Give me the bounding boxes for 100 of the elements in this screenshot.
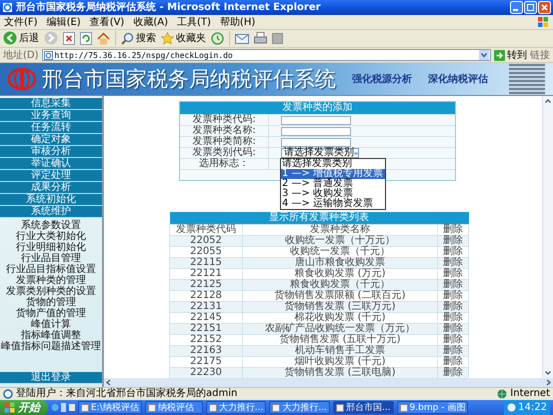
taskbar-button[interactable]: 9.bmp - 画图	[396, 401, 468, 414]
sidebar-subitem[interactable]: 发票类别种类的设置	[0, 286, 102, 298]
vertical-scrollbar[interactable]	[542, 96, 553, 378]
sidebar-subitem[interactable]: 发票种类的管理	[0, 275, 102, 286]
printer-icon[interactable]	[254, 32, 267, 45]
document-icon[interactable]	[272, 32, 283, 44]
sidebar-item[interactable]: 确定对象	[0, 134, 102, 146]
sidebar-item[interactable]: 任务流转	[0, 122, 102, 134]
menu-item[interactable]: 收藏(A)	[133, 14, 168, 29]
delete-link[interactable]: 删除	[438, 236, 468, 247]
window-icon	[400, 404, 408, 412]
field-label: 发票种类代码:	[180, 115, 269, 126]
table-cell: 粮食收购发票（千元）	[242, 280, 438, 291]
delete-link[interactable]: 删除	[438, 346, 468, 357]
sidebar-subitem[interactable]: 系统参数设置	[0, 220, 102, 232]
dropdown-option[interactable]: 4 —> 运输物资发票	[281, 199, 385, 210]
status-text: 登陆用户：来自河北省邢台市国家税务局的admin	[16, 388, 238, 400]
clock: 14:22	[518, 402, 547, 414]
table-cell: 货物销售发票 (三联电脑)	[242, 368, 438, 379]
sidebar-item[interactable]: 成果分析	[0, 182, 102, 194]
sidebar-item[interactable]: 评定处理	[0, 170, 102, 182]
links-label[interactable]: 链接	[530, 48, 550, 62]
windows-logo-icon	[537, 16, 549, 28]
sidebar-item[interactable]: 举证确认	[0, 158, 102, 170]
zone-label: Internet	[510, 388, 550, 400]
sidebar-item[interactable]: 审核分析	[0, 146, 102, 158]
sidebar-subitem[interactable]: 指标峰值调整	[0, 330, 102, 342]
select-field[interactable]: 请选择发票类别	[281, 148, 359, 158]
dropdown-arrow-icon[interactable]	[479, 50, 489, 60]
delete-link[interactable]: 删除	[438, 258, 468, 269]
sidebar-item[interactable]: 系统初始化	[0, 194, 102, 206]
dropdown-option[interactable]: 3 —> 收购发票	[281, 189, 385, 200]
menu-item[interactable]: 编辑(E)	[46, 14, 81, 29]
go-arrow-icon	[494, 50, 505, 61]
back-button[interactable]: 后退	[3, 31, 39, 46]
menu-item[interactable]: 查看(V)	[90, 14, 124, 29]
banner-slogan: 深化纳税评估	[428, 72, 488, 86]
table-cell: 22230	[170, 368, 242, 379]
home-icon[interactable]	[97, 32, 110, 45]
form-title: 发票种类的添加	[180, 102, 455, 114]
input-field[interactable]	[281, 116, 351, 125]
sidebar-subitem[interactable]: 行业大类初始化	[0, 231, 102, 242]
table-cell: 22163	[170, 346, 242, 357]
sidebar-subitem[interactable]: 行业品目管理	[0, 253, 102, 264]
sidebar-subitem[interactable]: 行业品目指标值设置	[0, 264, 102, 276]
scroll-left-icon[interactable]	[104, 378, 113, 388]
horizontal-scrollbar[interactable]	[104, 378, 553, 388]
address-field[interactable]: http://75.36.16.25/nspg/checkLogin.do	[42, 49, 491, 62]
quick-launch-icon[interactable]	[51, 402, 75, 414]
stop-icon[interactable]	[63, 32, 75, 45]
refresh-icon[interactable]	[80, 32, 92, 45]
favorites-button[interactable]: 收藏夹	[161, 31, 206, 46]
delete-link[interactable]: 删除	[438, 280, 468, 291]
sidebar-item[interactable]: 信息采集	[0, 98, 102, 110]
banner-slogan: 强化税源分析	[352, 72, 412, 86]
delete-link[interactable]: 删除	[438, 324, 468, 335]
table-cell: 农副矿产品收购统一发票（万元）	[242, 324, 438, 335]
scroll-right-icon[interactable]	[544, 378, 553, 388]
delete-link[interactable]: 删除	[438, 302, 468, 313]
star-icon	[161, 32, 174, 45]
sidebar-item[interactable]: 系统维护	[0, 206, 102, 218]
table-cell: 22052	[170, 236, 242, 247]
sidebar-subitem[interactable]: 货物产值的管理	[0, 308, 102, 320]
table-cell: 22151	[170, 324, 242, 335]
close-icon[interactable]	[538, 0, 551, 14]
menu-item[interactable]: 工具(T)	[177, 14, 211, 29]
table-title: 显示所有发票种类列表	[170, 212, 468, 225]
dropdown-option[interactable]: 请选择发票类别	[281, 159, 385, 170]
history-icon[interactable]	[211, 32, 224, 45]
minimize-icon[interactable]	[510, 0, 523, 14]
field-label: 发票类别代码:	[180, 148, 269, 158]
taskbar-button[interactable]: 大力推行...	[206, 401, 266, 414]
mail-icon[interactable]	[235, 32, 249, 44]
sidebar-item[interactable]: 业务查询	[0, 110, 102, 122]
ie-page-icon	[44, 50, 53, 60]
taskbar-button[interactable]: E:\纳税评估	[78, 401, 142, 414]
go-button[interactable]: 转到	[494, 48, 527, 62]
logout-button[interactable]: 退出登录	[0, 372, 102, 384]
taskbar-button[interactable]: 大力推行...	[269, 401, 330, 414]
sidebar-subitem[interactable]: 行业明细初始化	[0, 242, 102, 254]
sidebar-subitem[interactable]: 峰值指标问题描述管理	[0, 341, 102, 352]
window-icon	[336, 404, 344, 412]
search-icon	[121, 32, 134, 45]
windows-logo-icon	[4, 402, 15, 414]
delete-link[interactable]: 删除	[438, 368, 468, 379]
taskbar-button[interactable]: 邢台市国...	[332, 401, 394, 414]
sidebar-subitem[interactable]: 货物的管理	[0, 297, 102, 308]
address-label: 地址(D)	[3, 48, 39, 62]
input-field[interactable]	[281, 126, 351, 136]
window-icon	[81, 404, 89, 412]
building-drawing	[509, 63, 545, 96]
sidebar-subitem[interactable]: 峰值计算	[0, 319, 102, 330]
menu-item[interactable]: 文件(F)	[4, 14, 38, 29]
input-field[interactable]	[281, 138, 351, 147]
dropdown-option[interactable]: 2 —> 普通发票	[281, 179, 385, 190]
search-button[interactable]: 搜索	[121, 31, 156, 46]
table-cell: 22125	[170, 280, 242, 291]
menu-item[interactable]: 帮助(H)	[220, 14, 256, 29]
taskbar-button[interactable]: 纳税评估	[144, 401, 203, 414]
maximize-icon[interactable]	[524, 0, 537, 14]
